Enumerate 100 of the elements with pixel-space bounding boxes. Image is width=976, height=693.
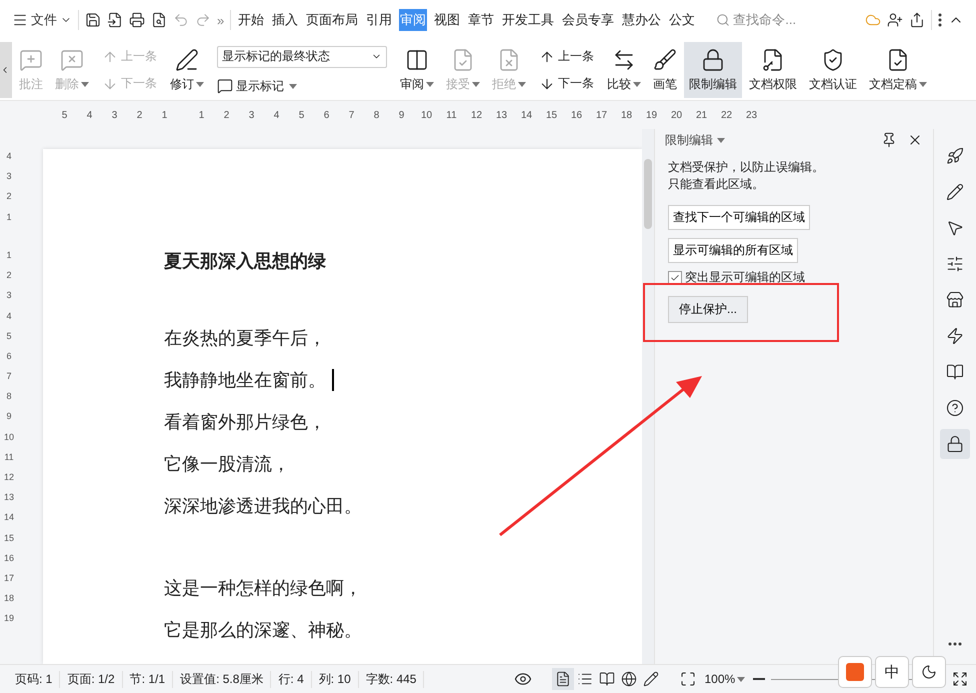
ribbon-button[interactable]: 审阅 [395, 42, 439, 98]
ruler-number: 2 [6, 191, 12, 202]
ruler-number: 10 [420, 110, 434, 120]
status-item: 列: 10 [312, 670, 359, 688]
ribbon-button[interactable]: 文档认证 [804, 42, 862, 98]
panel-button[interactable]: 显示可编辑的所有区域 [668, 238, 798, 263]
status-item: 页码: 1 [8, 670, 60, 688]
panel-description: 文档受保护，以防止误编辑。 只能查看此区域。 [668, 159, 825, 193]
poem-line: 看着窗外那片绿色， [164, 411, 326, 434]
more-icon[interactable] [938, 13, 942, 27]
ruler-number: 1 [6, 212, 12, 222]
rocket-icon [946, 147, 964, 165]
comment-icon [217, 78, 233, 94]
menu-tab[interactable]: 开始 [237, 9, 266, 31]
caret-icon [737, 676, 746, 682]
ruler-number: 1 [198, 110, 206, 120]
ruler-number: 8 [372, 110, 380, 120]
panel-button[interactable]: 查找下一个可编辑的区域 [668, 205, 810, 230]
side-tool-button[interactable] [940, 429, 970, 459]
more-button[interactable]: » [217, 12, 224, 28]
ruler-number: 1 [160, 110, 168, 120]
ribbon-button[interactable]: 修订 [165, 42, 209, 98]
ruler-number: 3 [248, 110, 256, 120]
ribbon-button[interactable]: 比较 [602, 42, 646, 98]
ruler-number: 15 [4, 532, 14, 543]
ruler-number: 14 [520, 110, 534, 120]
ruler-number: 10 [4, 432, 14, 442]
poem-line: 它是那么的深邃、神秘。 [164, 619, 362, 642]
ruler-number: 9 [6, 411, 12, 422]
undo-icon [173, 12, 189, 28]
ribbon-button[interactable]: 文档定稿 [864, 42, 932, 98]
poem-line: 我静静地坐在窗前。 [164, 369, 326, 392]
ruler-number: 4 [6, 310, 12, 320]
scrollbar[interactable] [642, 129, 654, 664]
menu-tab[interactable]: 章节 [467, 9, 496, 31]
highlight-checkbox[interactable]: 突出显示可编辑的区域 [668, 269, 923, 286]
ruler-number: 4 [6, 151, 12, 161]
menu-tab[interactable]: 会员专享 [561, 9, 616, 31]
ruler-number: 11 [445, 110, 458, 120]
zoom-level[interactable]: 100% [704, 672, 746, 686]
status-item: 页面: 1/2 [60, 670, 123, 688]
ruler-number: 5 [6, 330, 12, 341]
ruler-number: 16 [570, 110, 584, 120]
menu-tab[interactable]: 慧办公 [621, 9, 662, 31]
bolt-icon [946, 327, 964, 345]
stop-protection-button[interactable]: 停止保护... [668, 296, 748, 323]
caret-icon [289, 84, 297, 88]
ruler-number: 11 [4, 452, 14, 462]
ime-logo[interactable] [838, 656, 872, 688]
search-icon [716, 13, 730, 27]
ribbon-button[interactable]: 上一条 [539, 48, 594, 65]
ruler-number: 19 [4, 613, 14, 624]
menu-tab[interactable]: 开发工具 [501, 9, 556, 31]
ruler-number: 12 [4, 472, 14, 482]
help-icon [946, 399, 964, 417]
page-icon [555, 671, 572, 687]
lock-icon [946, 435, 964, 453]
ruler-number: 22 [720, 110, 734, 120]
ribbon-button[interactable]: 画笔 [648, 42, 682, 98]
poem-line: 在炎热的夏季午后， [164, 327, 326, 350]
globe-icon [621, 671, 638, 687]
menu-tab[interactable]: 引用 [365, 9, 394, 31]
status-item: 字数: 445 [358, 670, 424, 688]
pin-icon [881, 132, 897, 148]
eye-icon [514, 670, 532, 688]
ribbon-button[interactable]: 限制编辑 [684, 42, 742, 98]
menu-tab[interactable]: 插入 [271, 9, 300, 31]
export-icon [107, 12, 123, 28]
status-item: 节: 1/1 [122, 670, 174, 688]
ruler-number: 13 [4, 492, 14, 502]
file-menu[interactable]: 文件 [12, 11, 72, 29]
more-icon[interactable] [948, 642, 962, 646]
status-item: 设置值: 5.8厘米 [173, 670, 272, 688]
redo-icon [195, 12, 211, 28]
view-mode-button[interactable] [552, 668, 574, 690]
text-cursor [332, 369, 334, 391]
ime-mode-key[interactable]: 中 [875, 656, 909, 688]
ruler-number: 9 [398, 110, 406, 120]
status-item: 行: 4 [271, 670, 312, 688]
ribbon-button[interactable]: 文档权限 [744, 42, 802, 98]
panel-icon [405, 48, 429, 72]
menu-tab[interactable]: 公文 [668, 9, 696, 31]
fit-icon [680, 671, 696, 687]
ime-night-key[interactable] [912, 656, 946, 688]
ruler-number: 7 [348, 110, 356, 120]
menu-tab[interactable]: 页面布局 [305, 9, 360, 31]
sliders-icon [946, 255, 964, 273]
pen-icon [643, 671, 660, 687]
ruler-number: 15 [544, 110, 558, 120]
scroll-thumb[interactable] [644, 159, 652, 229]
ruler-number: 18 [620, 110, 634, 120]
ruler-number: 2 [6, 270, 12, 280]
menu-tab[interactable]: 视图 [433, 9, 462, 31]
ruler-number: 21 [694, 110, 708, 120]
command-search[interactable]: 查找命令... [716, 11, 812, 29]
comment-plus-icon [19, 48, 43, 72]
ribbon-button[interactable]: 下一条 [539, 75, 594, 92]
markup-dropdown[interactable]: 显示标记的最终状态 [217, 46, 387, 68]
ribbon-button[interactable]: 显示标记 [217, 78, 387, 94]
panel-title[interactable]: 限制编辑 [665, 132, 725, 148]
